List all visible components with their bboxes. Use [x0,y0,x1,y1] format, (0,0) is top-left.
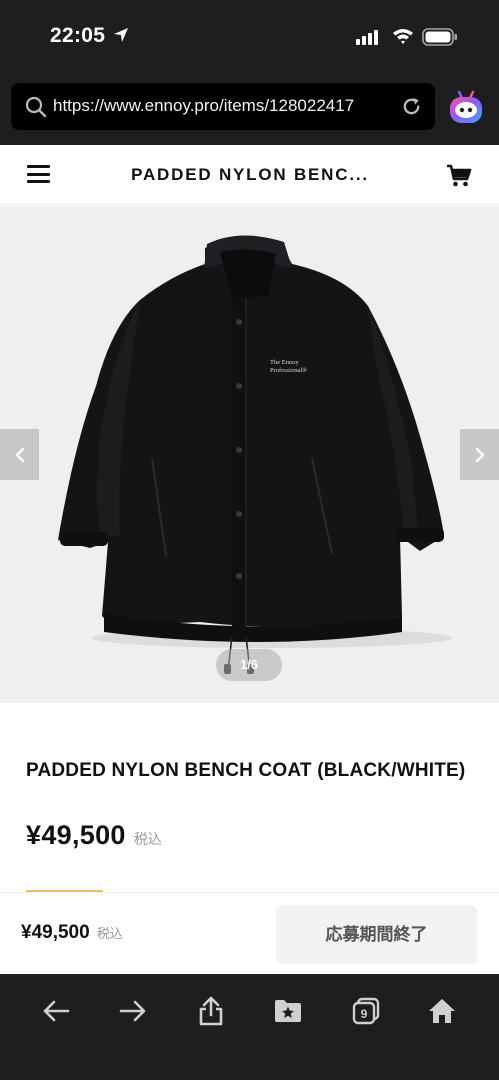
coat-print-line1: The Ennoy [270,359,299,366]
product-image-gallery[interactable]: The Ennoy Professional® 1/6 [0,206,499,703]
site-header: PADDED NYLON BENC... [0,145,499,205]
browser-toolbar: 9 [0,974,499,1080]
application-closed-button[interactable]: 応募期間終了 [276,905,477,964]
extension-icon[interactable] [447,88,485,126]
back-icon [43,1000,70,1022]
home-icon [429,999,455,1023]
coat-print-line2: Professional® [270,367,307,374]
gallery-prev-button[interactable] [0,429,39,480]
back-button[interactable] [39,994,73,1028]
purchase-bar-price-row: ¥49,500 税込 [21,922,123,944]
bookmarks-icon [275,1000,301,1022]
search-icon [25,96,47,118]
forward-icon [119,1000,146,1022]
wifi-icon [393,29,413,44]
cart-icon[interactable] [446,164,472,188]
signal-icon [356,29,378,45]
product-image: The Ennoy Professional® [58,235,452,674]
forward-button[interactable] [116,994,150,1028]
url-text[interactable]: https://www.ennoy.pro/items/128022417 [53,96,398,116]
chevron-left-icon [15,447,24,462]
hamburger-menu-icon[interactable] [27,165,50,183]
page-title: PADDED NYLON BENC... [131,165,369,184]
product-title: PADDED NYLON BENCH COAT (BLACK/WHITE) [26,760,466,781]
home-button[interactable] [425,994,459,1028]
tax-label: 税込 [133,831,162,847]
battery-icon [422,28,457,46]
product-price: ¥49,500 [26,820,126,850]
share-icon [199,996,223,1026]
status-bar: 22:05 [0,0,499,76]
tab-count: 9 [361,1007,368,1021]
tabs-icon: 9 [352,997,380,1025]
chevron-right-icon [475,447,484,462]
status-time: 22:05 [50,24,106,47]
bookmarks-button[interactable] [271,994,305,1028]
location-arrow-icon [114,28,128,42]
gallery-next-button[interactable] [460,429,499,480]
tabs-button[interactable]: 9 [349,994,383,1028]
gallery-counter: 1/6 [216,649,282,681]
address-bar[interactable]: https://www.ennoy.pro/items/128022417 [11,83,435,130]
purchase-bar-tax-label: 税込 [96,926,123,941]
purchase-bar-price: ¥49,500 [21,922,90,943]
product-price-row: ¥49,500 税込 [26,820,162,851]
purchase-bar: ¥49,500 税込 応募期間終了 [0,892,499,974]
browser-chrome: 22:05 https://www.ennoy.pro/items/128022… [0,0,499,145]
share-button[interactable] [194,994,228,1028]
reload-icon[interactable] [400,95,423,118]
